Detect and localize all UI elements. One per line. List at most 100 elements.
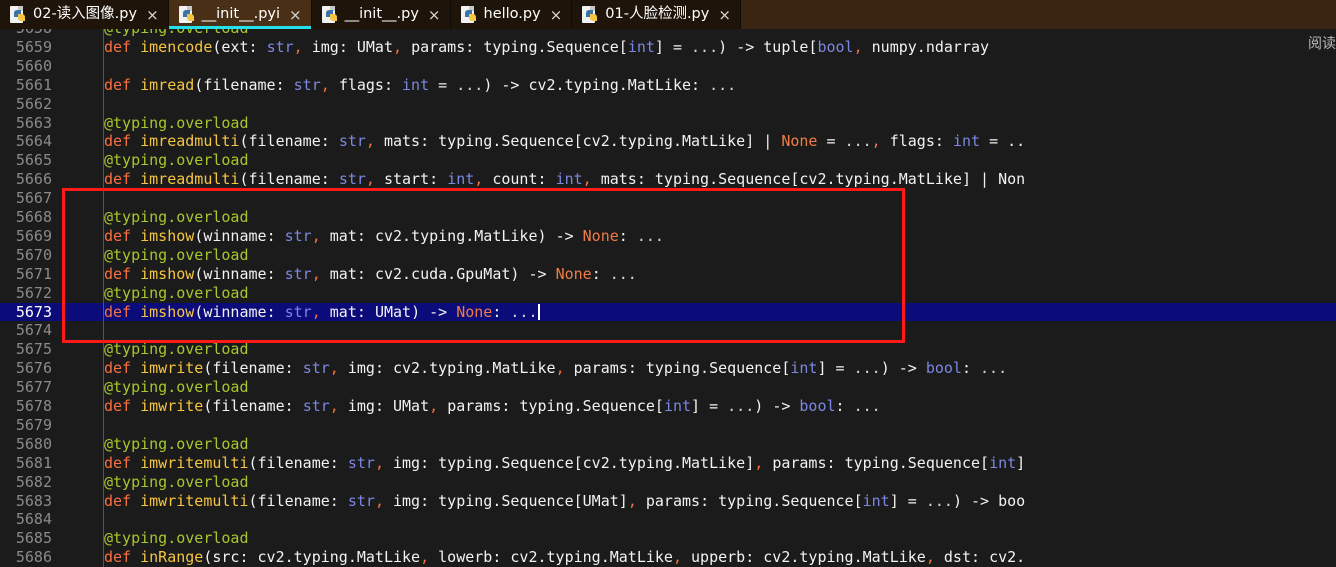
line-number: 5686 bbox=[15, 548, 52, 567]
indent-guide bbox=[103, 29, 104, 567]
code-line[interactable]: 5686 def inRange(src: cv2.typing.MatLike,… bbox=[0, 548, 1336, 567]
code-line[interactable]: 5677 @typing.overload bbox=[0, 378, 1336, 397]
line-number: 5679 bbox=[15, 415, 52, 434]
line-number: 5675 bbox=[15, 340, 52, 359]
code-line[interactable]: 5682 @typing.overload bbox=[0, 473, 1336, 492]
close-icon[interactable]: × bbox=[550, 6, 563, 24]
line-text: def inRange(src: cv2.typing.MatLike, low… bbox=[104, 548, 1026, 567]
line-text: def imshow(winname: str, mat: UMat) -> N… bbox=[104, 302, 540, 321]
code-line[interactable]: 5679 bbox=[0, 416, 1336, 435]
text-cursor bbox=[537, 303, 540, 320]
python-file-icon bbox=[321, 6, 339, 23]
code-line[interactable]: 5676 def imwrite(filename: str, img: cv2.… bbox=[0, 359, 1336, 378]
line-text: def imwritemulti(filename: str, img: typ… bbox=[104, 491, 1026, 510]
code-line[interactable]: 5665 @typing.overload bbox=[0, 151, 1336, 170]
line-number: 5668 bbox=[15, 208, 52, 226]
line-number: 5676 bbox=[15, 359, 52, 378]
line-number: 5662 bbox=[15, 94, 52, 113]
code-line[interactable]: 5672 @typing.overload bbox=[0, 284, 1336, 303]
code-line[interactable]: 5683 def imwritemulti(filename: str, img:… bbox=[0, 492, 1336, 511]
line-number: 5685 bbox=[15, 529, 52, 548]
close-icon[interactable]: × bbox=[718, 6, 731, 24]
code-line[interactable]: 5664 def imreadmulti(filename: str, mats:… bbox=[0, 132, 1336, 151]
line-text: @typing.overload bbox=[104, 113, 249, 132]
code-line[interactable]: 5685 @typing.overload bbox=[0, 529, 1336, 548]
line-text: @typing.overload bbox=[104, 472, 249, 491]
python-file-icon bbox=[582, 6, 599, 23]
editor-tab-bar[interactable]: 02-读入图像.py × __init__.pyi × __init__.py … bbox=[0, 0, 1336, 29]
line-number: 5682 bbox=[15, 472, 52, 491]
close-icon[interactable]: × bbox=[146, 6, 159, 24]
code-line[interactable]: 5671 def imshow(winname: str, mat: cv2.cu… bbox=[0, 265, 1336, 284]
code-line[interactable]: 5684 bbox=[0, 510, 1336, 529]
code-line[interactable]: 5678 def imwrite(filename: str, img: UMat… bbox=[0, 397, 1336, 416]
line-number: 5663 bbox=[15, 113, 52, 132]
line-number: 5674 bbox=[15, 321, 52, 340]
line-number: 5680 bbox=[15, 434, 52, 453]
code-line[interactable]: 5663 @typing.overload bbox=[0, 114, 1336, 133]
code-line[interactable]: 5670 @typing.overload bbox=[0, 246, 1336, 265]
line-number: 5683 bbox=[15, 491, 52, 510]
line-text: @typing.overload bbox=[104, 529, 249, 548]
line-number: 5664 bbox=[15, 132, 52, 151]
tab-label: 02-读入图像.py bbox=[33, 6, 138, 22]
line-number: 5671 bbox=[15, 264, 52, 283]
line-text: def imwrite(filename: str, img: UMat, pa… bbox=[104, 397, 881, 415]
line-number: 5659 bbox=[15, 37, 52, 56]
code-editor[interactable]: 5658 @typing.overload 5659 def imencode(ext… bbox=[0, 29, 1336, 567]
python-file-icon bbox=[178, 6, 196, 23]
code-line[interactable]: 5681 def imwritemulti(filename: str, img:… bbox=[0, 454, 1336, 473]
line-text: def imread(filename: str, flags: int = .… bbox=[104, 75, 737, 94]
code-line[interactable]: 5673 def imshow(winname: str, mat: UMat) … bbox=[0, 302, 1336, 322]
line-number: 5677 bbox=[15, 378, 52, 397]
line-number: 5673 bbox=[15, 302, 52, 321]
line-text: @typing.overload bbox=[104, 283, 249, 302]
line-text: @typing.overload bbox=[104, 208, 249, 226]
line-text: @typing.overload bbox=[104, 29, 249, 38]
tab-02-read-image[interactable]: 02-读入图像.py × bbox=[0, 0, 169, 29]
line-number: 5667 bbox=[15, 189, 52, 208]
tab-init-py[interactable]: __init__.py × bbox=[311, 0, 451, 29]
code-line[interactable]: 5674 bbox=[0, 321, 1336, 340]
line-number: 5658 bbox=[0, 29, 52, 38]
tab-hello-py[interactable]: hello.py × bbox=[450, 0, 573, 29]
code-line[interactable]: 5659 def imencode(ext: str, img: UMat, pa… bbox=[0, 38, 1336, 57]
tab-label: 01-人脸检测.py bbox=[605, 6, 710, 22]
tab-init-pyi[interactable]: __init__.pyi × bbox=[168, 0, 312, 29]
line-number: 5660 bbox=[15, 56, 52, 75]
line-text: def imwrite(filename: str, img: cv2.typi… bbox=[104, 359, 1008, 378]
close-icon[interactable]: × bbox=[289, 6, 302, 24]
line-text: @typing.overload bbox=[104, 151, 249, 170]
code-line[interactable]: 5661 def imread(filename: str, flags: int… bbox=[0, 76, 1336, 95]
code-line[interactable]: 5660 bbox=[0, 57, 1336, 76]
line-number: 5661 bbox=[15, 75, 52, 94]
line-text: def imwritemulti(filename: str, img: typ… bbox=[104, 453, 1026, 472]
code-line[interactable]: 5668 @typing.overload bbox=[0, 208, 1336, 227]
code-line[interactable]: 5666 def imreadmulti(filename: str, start… bbox=[0, 170, 1336, 189]
tab-01-face-detection[interactable]: 01-人脸检测.py × bbox=[572, 0, 741, 29]
close-icon[interactable]: × bbox=[428, 6, 441, 24]
codelens-label[interactable]: 阅读 bbox=[1308, 33, 1336, 53]
tab-label: hello.py bbox=[483, 6, 541, 22]
tab-label: __init__.py bbox=[344, 6, 419, 22]
line-number: 5670 bbox=[15, 245, 52, 264]
line-number: 5665 bbox=[15, 151, 52, 170]
code-line[interactable]: 5662 bbox=[0, 95, 1336, 114]
line-text: def imencode(ext: str, img: UMat, params… bbox=[104, 37, 990, 56]
line-number: 5669 bbox=[15, 226, 52, 245]
code-line[interactable]: 5675 @typing.overload bbox=[0, 340, 1336, 359]
line-number: 5681 bbox=[15, 453, 52, 472]
line-text: @typing.overload bbox=[104, 434, 249, 453]
code-line[interactable]: 5667 bbox=[0, 189, 1336, 208]
line-number: 5666 bbox=[15, 170, 52, 189]
code-line[interactable]: 5669 def imshow(winname: str, mat: cv2.ty… bbox=[0, 227, 1336, 246]
line-number: 5684 bbox=[15, 510, 52, 529]
code-content[interactable]: 5658 @typing.overload 5659 def imencode(ext… bbox=[0, 29, 1336, 567]
line-text: @typing.overload bbox=[104, 378, 249, 397]
line-text: @typing.overload bbox=[104, 340, 249, 359]
line-number: 5678 bbox=[15, 397, 52, 415]
line-text: @typing.overload bbox=[104, 245, 249, 264]
code-line[interactable]: 5658 @typing.overload bbox=[0, 29, 1336, 38]
code-line[interactable]: 5680 @typing.overload bbox=[0, 435, 1336, 454]
line-text: def imreadmulti(filename: str, start: in… bbox=[104, 170, 1026, 189]
